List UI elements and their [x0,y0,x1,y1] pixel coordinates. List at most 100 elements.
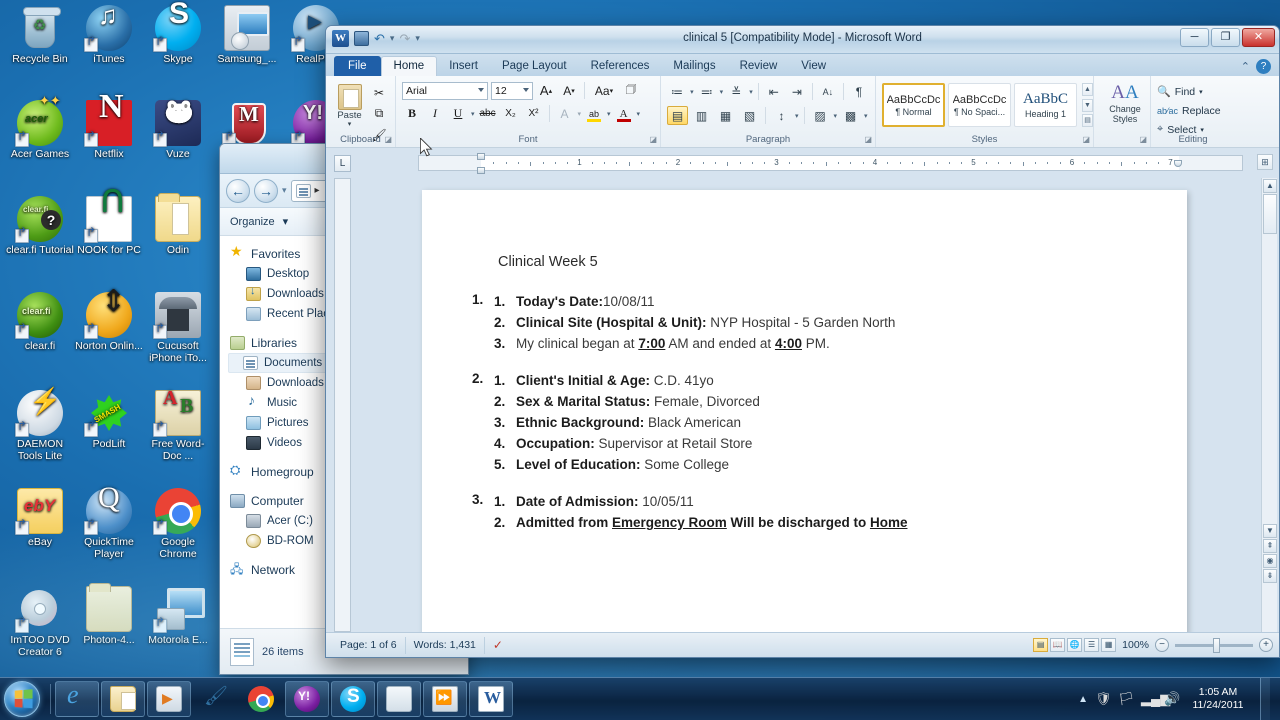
word-count-indicator[interactable]: Words: 1,431 [406,636,485,654]
change-styles-dialog-launcher[interactable]: ◪ [1139,135,1147,144]
scrollbar-thumb[interactable] [1263,194,1277,234]
clock[interactable]: 1:05 AM 11/24/2011 [1187,686,1249,712]
document-area[interactable]: Clinical Week 5 1. 1. Today's Date:10/08/1… [326,178,1279,632]
chevron-down-icon[interactable]: ▾ [607,110,611,118]
clipboard-dialog-launcher[interactable]: ◪ [384,135,392,144]
bold-button[interactable]: B [402,104,422,123]
paragraph-dialog-launcher[interactable]: ◪ [864,135,872,144]
show-formatting-marks-icon[interactable]: ¶ [849,82,869,101]
word-status-bar[interactable]: Page: 1 of 6 Words: 1,431 ✓ ▤ 📖 🌐 ☰ ▦ 100% −… [326,632,1279,657]
styles-more-icon[interactable]: ▤ [1082,114,1093,127]
align-left-icon[interactable]: ▤ [667,106,688,125]
previous-page-icon[interactable]: ⇞ [1263,539,1277,553]
chevron-down-icon[interactable]: ▾ [578,110,582,118]
tab-insert[interactable]: Insert [437,57,490,76]
styles-scroll[interactable]: ▲ ▼ ▤ [1082,83,1093,127]
taskbar-windows-media-player[interactable] [147,681,191,717]
zoom-out-button[interactable]: − [1155,638,1169,652]
copy-icon[interactable]: ⧉ [369,104,389,123]
left-indent-marker[interactable] [477,167,485,174]
superscript-button[interactable]: X² [524,104,544,123]
desktop-icon-netflix[interactable]: Netflix [74,100,144,161]
maximize-button[interactable]: ❐ [1211,28,1240,47]
ribbon[interactable]: Paste ▾ ✂ ⧉ 🖌 Clipboard ◪ Arial 12 A ▴ A… [326,76,1279,148]
help-icon[interactable]: ? [1256,59,1271,74]
desktop-icon-vuze[interactable]: Vuze [143,100,213,161]
taskbar-app-window[interactable] [377,681,421,717]
chevron-down-icon[interactable]: ▾ [471,110,475,118]
taskbar-microsoft-word[interactable] [469,681,513,717]
chevron-down-icon[interactable]: ▾ [348,120,352,130]
document-vertical-scrollbar[interactable]: ▲ ▼ ⇞ ◉ ⇟ [1261,178,1277,632]
chevron-down-icon[interactable] [523,87,529,92]
font-size-combo[interactable]: 12 [491,81,533,100]
taskbar-paint[interactable] [193,681,237,717]
styles-scroll-down-icon[interactable]: ▼ [1082,98,1093,112]
desktop-icon-clear-fi-tutorial[interactable]: clear.fi Tutorial [5,196,75,257]
italic-button[interactable]: I [425,104,445,123]
window-controls[interactable]: ─ ❐ ✕ [1180,28,1275,47]
view-button-full-screen-reading[interactable]: 📖 [1050,638,1066,652]
desktop-icon-acer-games[interactable]: Acer Games [5,95,75,161]
minimize-button[interactable]: ─ [1180,28,1209,47]
decrease-indent-icon[interactable]: ⇤ [764,82,784,101]
organize-button[interactable]: Organize [230,216,275,228]
action-center-icon[interactable]: 🏳 [1118,691,1135,707]
tab-home[interactable]: Home [380,56,438,76]
view-buttons[interactable]: ▤ 📖 🌐 ☰ ▦ [1033,638,1117,652]
system-tray[interactable]: ▲ 🛡 🏳 ▂▄▆ 🔊 1:05 AM 11/24/2011 [1078,677,1276,720]
security-shield-icon[interactable]: 🛡 [1095,691,1112,707]
volume-icon[interactable]: 🔊 [1164,691,1180,707]
align-right-icon[interactable]: ▦ [715,106,736,125]
taskbar-yahoo-messenger[interactable] [285,681,329,717]
microsoft-word-window[interactable]: W ↶ ▾ ↷ ▾ clinical 5 [Compatibility Mode… [325,25,1280,658]
zoom-slider[interactable] [1175,637,1253,653]
numbering-icon[interactable]: ≕ [697,82,717,101]
paste-button[interactable]: Paste ▾ [332,81,367,133]
shrink-font-icon[interactable]: A ▾ [559,81,579,100]
chevron-down-icon[interactable]: ▾ [1199,88,1203,96]
highlight-color-icon[interactable]: ab [584,104,604,123]
desktop-icon-app-8[interactable] [212,100,282,149]
tab-references[interactable]: References [579,57,662,76]
view-button-outline[interactable]: ☰ [1084,638,1100,652]
chevron-down-icon[interactable]: ▾ [637,110,641,118]
tab-mailings[interactable]: Mailings [661,57,727,76]
tab-view[interactable]: View [789,57,838,76]
desktop-icon-podlift[interactable]: PodLift [74,390,144,451]
desktop-icon-motorola-e[interactable]: Motorola E... [143,586,213,647]
styles-scroll-up-icon[interactable]: ▲ [1082,83,1093,96]
chevron-down-icon[interactable]: ▾ [282,185,287,196]
chevron-down-icon[interactable]: ▾ [795,112,799,120]
tab-file[interactable]: File [334,56,381,76]
sort-icon[interactable]: A↓ [818,82,838,101]
text-effects-icon[interactable]: A [555,104,575,123]
view-button-draft[interactable]: ▦ [1101,638,1117,652]
show-desktop-button[interactable] [1260,677,1270,720]
multilevel-list-icon[interactable]: ≚ [726,82,746,101]
taskbar[interactable]: ▲ 🛡 🏳 ▂▄▆ 🔊 1:05 AM 11/24/2011 [0,677,1280,720]
chevron-down-icon[interactable]: ▾ [720,88,724,96]
network-icon[interactable]: ▂▄▆ [1141,691,1170,707]
next-page-icon[interactable]: ⇟ [1263,569,1277,583]
styles-dialog-launcher[interactable]: ◪ [1082,135,1090,144]
font-name-combo[interactable]: Arial [402,81,488,100]
desktop-icon-nook-for-pc[interactable]: NOOK for PC [74,194,144,257]
align-center-icon[interactable]: ▥ [691,106,712,125]
forward-icon[interactable]: → [254,178,278,203]
taskbar-windows-explorer[interactable] [101,681,145,717]
style-normal[interactable]: AaBbCcDc ¶ Normal [882,83,945,127]
font-color-icon[interactable]: A [614,104,634,123]
view-button-web-layout[interactable]: 🌐 [1067,638,1083,652]
bullets-icon[interactable]: ≔ [667,82,687,101]
view-button-print-layout[interactable]: ▤ [1033,638,1049,652]
desktop-icon-free-word-doc[interactable]: Free Word-Doc ... [143,390,213,462]
style-no-spaci[interactable]: AaBbCcDc ¶ No Spaci... [948,83,1011,127]
line-spacing-icon[interactable]: ↕ [771,106,792,125]
clear-formatting-icon[interactable]: 🗇 [621,81,641,100]
desktop-icon-samsung[interactable]: Samsung_... [212,5,282,66]
taskbar-internet-explorer[interactable] [55,680,99,717]
show-hidden-icons-button[interactable]: ▲ [1078,694,1088,705]
taskbar-media-fast-forward[interactable] [423,681,467,717]
desktop-icon-recycle-bin[interactable]: Recycle Bin [5,5,75,66]
